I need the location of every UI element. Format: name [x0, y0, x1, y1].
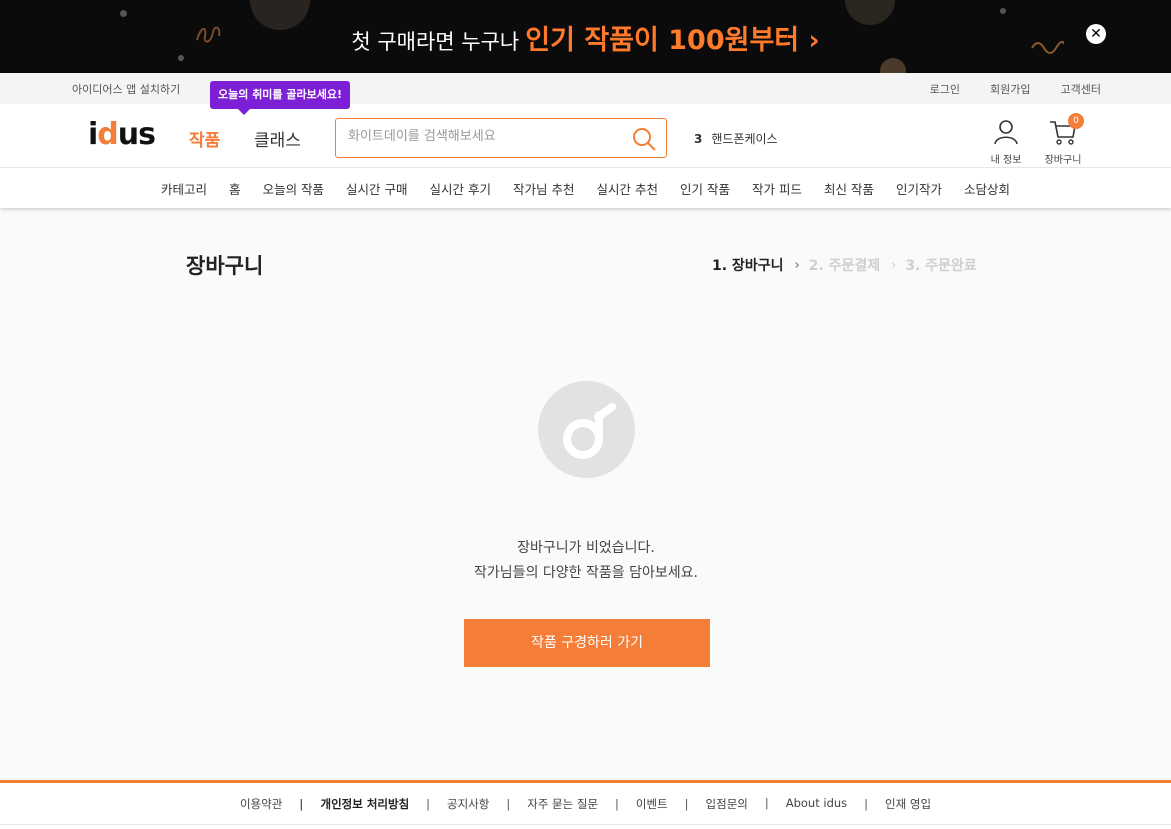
- header: idus 작품 클래스 3 핸드폰케이스 내 정보 0 장바구니: [0, 104, 1171, 168]
- my-info-label: 내 정보: [990, 155, 1022, 166]
- footer-divider: [0, 824, 1171, 825]
- idus-d-icon: [563, 403, 616, 459]
- idus-logo[interactable]: idus: [88, 117, 156, 152]
- nav-classes[interactable]: 클래스: [254, 126, 301, 151]
- footer-link-privacy[interactable]: 개인정보 처리방침: [282, 796, 410, 812]
- idus-empty-logo-icon: [538, 381, 635, 478]
- logo-d: d: [97, 117, 119, 152]
- login-link[interactable]: 로그인: [930, 81, 960, 97]
- category-nav-item[interactable]: 작가 피드: [752, 179, 802, 198]
- category-nav-item[interactable]: 인기작가: [896, 179, 942, 198]
- category-nav-item[interactable]: 오늘의 작품: [263, 179, 324, 198]
- step-cart: 1. 장바구니: [712, 258, 784, 274]
- utility-bar: 아이디어스 앱 설치하기 로그인 회원가입 고객센터: [0, 73, 1171, 104]
- cart-button[interactable]: 0 장바구니: [1043, 113, 1084, 166]
- category-nav-item[interactable]: 인기 작품: [680, 179, 730, 198]
- search-input[interactable]: [348, 129, 628, 144]
- page-title: 장바구니: [186, 254, 264, 278]
- cart-label: 장바구니: [1044, 155, 1082, 166]
- category-nav-item[interactable]: 작가님 추천: [513, 179, 574, 198]
- empty-cart-message: 장바구니가 비었습니다.: [517, 540, 655, 556]
- search-box: [335, 118, 667, 158]
- promo-text[interactable]: 첫 구매라면 누구나 인기 작품이 100원부터 ›: [0, 18, 1171, 57]
- trending-rank: 3: [694, 132, 703, 146]
- footer-link[interactable]: 인재 영입: [847, 796, 931, 812]
- nav-works[interactable]: 작품: [189, 126, 220, 151]
- category-nav-item[interactable]: 최신 작품: [824, 179, 874, 198]
- footer-link[interactable]: 입점문의: [668, 796, 748, 812]
- category-nav-item[interactable]: 실시간 추천: [597, 179, 658, 198]
- hobby-tooltip[interactable]: 오늘의 취미를 골라보세요!: [210, 81, 350, 115]
- step-complete: 3. 주문완료: [905, 258, 977, 274]
- step-payment: 2. 주문결제: [808, 258, 881, 274]
- user-icon: [994, 120, 1018, 145]
- search-icon[interactable]: [632, 127, 656, 151]
- signup-link[interactable]: 회원가입: [990, 81, 1030, 97]
- my-info-button[interactable]: 내 정보: [990, 118, 1022, 166]
- category-nav-item[interactable]: 홈: [229, 179, 241, 198]
- category-nav-item[interactable]: 카테고리: [161, 179, 207, 198]
- footer-link[interactable]: 자주 묻는 질문: [489, 796, 598, 812]
- close-icon[interactable]: ✕: [1086, 24, 1106, 44]
- chevron-right-icon: ›: [794, 257, 800, 273]
- trending-keyword[interactable]: 3 핸드폰케이스: [694, 130, 778, 147]
- app-install-link[interactable]: 아이디어스 앱 설치하기: [72, 81, 180, 97]
- support-link[interactable]: 고객센터: [1061, 81, 1101, 97]
- chevron-right-icon: ›: [891, 257, 897, 273]
- decor-dot: [120, 10, 127, 17]
- cart-count-badge: 0: [1068, 113, 1084, 129]
- footer-link[interactable]: 이용약관: [240, 796, 282, 812]
- logo-i: i: [88, 117, 98, 152]
- footer-link[interactable]: 이벤트: [598, 796, 668, 812]
- promo-banner[interactable]: 첫 구매라면 누구나 인기 작품이 100원부터 › ✕: [0, 0, 1171, 73]
- category-nav-item[interactable]: 소담상회: [964, 179, 1010, 198]
- promo-text-highlight: 인기 작품이 100원부터 ›: [525, 25, 820, 56]
- utility-links: 로그인 회원가입 고객센터: [930, 81, 1101, 97]
- promo-text-plain: 첫 구매라면 누구나: [351, 30, 520, 54]
- footer: 이용약관 개인정보 처리방침 공지사항 자주 묻는 질문 이벤트 입점문의 Ab…: [0, 780, 1171, 829]
- category-nav: 카테고리 홈 오늘의 작품 실시간 구매 실시간 후기 작가님 추천 실시간 추…: [0, 168, 1171, 208]
- trending-text: 핸드폰케이스: [711, 132, 778, 146]
- browse-works-button[interactable]: 작품 구경하러 가기: [464, 619, 710, 667]
- empty-cart-subtext: 작가님들의 다양한 작품을 담아보세요.: [474, 565, 698, 581]
- footer-link[interactable]: About idus: [748, 796, 847, 812]
- footer-link[interactable]: 공지사항: [409, 796, 489, 812]
- checkout-steps: 1. 장바구니 › 2. 주문결제 › 3. 주문완료: [712, 255, 977, 275]
- decor-dot: [1000, 8, 1006, 14]
- logo-us: us: [117, 117, 156, 152]
- decor-circle: [880, 58, 906, 73]
- category-nav-item[interactable]: 실시간 구매: [346, 179, 407, 198]
- category-nav-item[interactable]: 실시간 후기: [430, 179, 491, 198]
